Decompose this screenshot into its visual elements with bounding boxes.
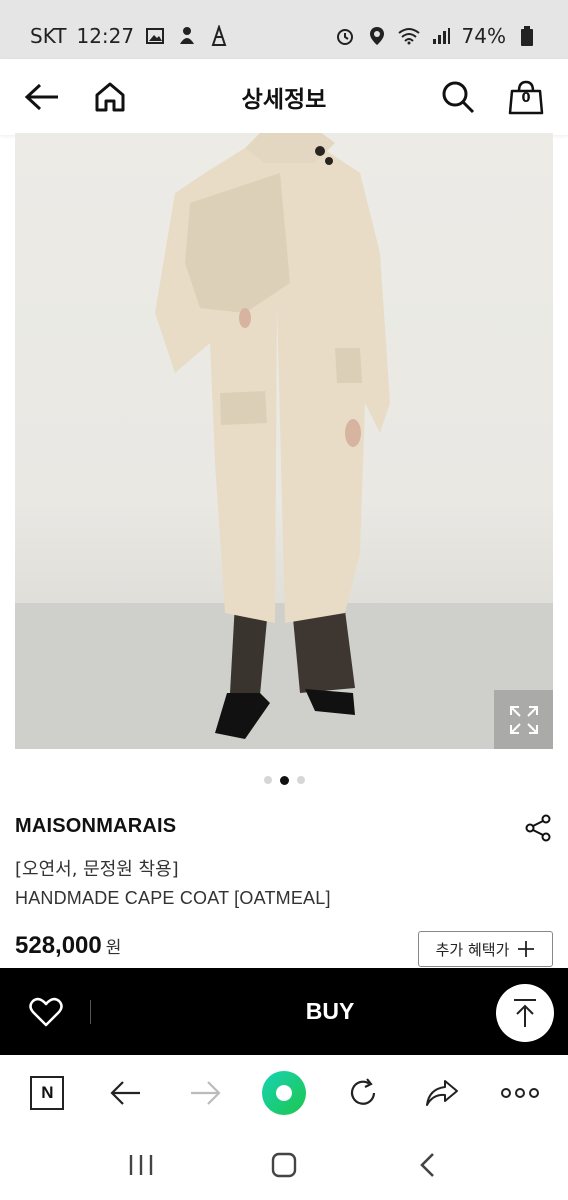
- notification-icon: [208, 25, 230, 47]
- buy-button[interactable]: BUY: [100, 968, 560, 1055]
- share-button[interactable]: [522, 812, 554, 844]
- gallery-icon: [144, 25, 166, 47]
- carousel-dots: [0, 776, 568, 785]
- forward-arrow-icon: [191, 1080, 221, 1105]
- carousel-dot-active[interactable]: [279, 776, 289, 785]
- battery-percent: 74%: [461, 24, 506, 48]
- status-right: 74%: [334, 24, 538, 48]
- refresh-icon: [350, 1077, 375, 1105]
- currency: 원: [105, 938, 122, 958]
- price: 528,000: [15, 932, 102, 959]
- battery-icon: [516, 25, 538, 47]
- android-nav-bar: [0, 1130, 568, 1200]
- brand-name[interactable]: MAISONMARAIS: [15, 815, 176, 838]
- green-dot-icon: [261, 1070, 306, 1115]
- product-subtitle: [오연서, 문정원 착용]: [15, 859, 179, 880]
- home-icon: [95, 82, 125, 112]
- cart-count: 0: [521, 91, 531, 106]
- signal-icon: [430, 25, 452, 47]
- more-icon: [501, 1087, 540, 1098]
- price-row: 528,000 원: [15, 932, 121, 960]
- naver-button[interactable]: N: [22, 1068, 72, 1118]
- scroll-top-button[interactable]: [496, 984, 554, 1042]
- cart-button[interactable]: 0: [506, 77, 546, 117]
- browser-back-button[interactable]: [101, 1068, 151, 1118]
- carousel-dot[interactable]: [263, 776, 272, 784]
- green-dot-button[interactable]: [259, 1068, 309, 1118]
- status-left: SKT 12:27: [30, 24, 230, 48]
- alarm-icon: [334, 25, 356, 47]
- refresh-button[interactable]: [338, 1068, 388, 1118]
- back-nav-button[interactable]: [402, 1140, 452, 1190]
- app-header: 상세정보 0: [0, 59, 568, 135]
- search-button[interactable]: [438, 77, 478, 117]
- buy-divider: [90, 1000, 91, 1024]
- benefit-label: 추가 혜택가: [435, 940, 510, 959]
- recent-apps-icon: [130, 1155, 153, 1175]
- product-name: HANDMADE CAPE COAT [OATMEAL]: [15, 888, 331, 908]
- share-arrow-icon: [425, 1079, 458, 1106]
- notification-icon: [176, 25, 198, 47]
- expand-icon: [509, 705, 538, 734]
- back-button[interactable]: [22, 77, 62, 117]
- share-icon: [525, 814, 551, 842]
- recent-apps-button[interactable]: [116, 1140, 166, 1190]
- header-right: 0: [438, 77, 546, 117]
- search-icon: [442, 81, 475, 114]
- expand-image-button[interactable]: [494, 690, 553, 749]
- carrier: SKT: [30, 24, 67, 48]
- extra-benefit-button[interactable]: 추가 혜택가: [418, 931, 553, 967]
- buy-bar: BUY: [0, 968, 568, 1055]
- clock: 12:27: [76, 24, 135, 48]
- header-left: [22, 77, 130, 117]
- arrow-up-icon: [514, 999, 536, 1027]
- plus-icon: [518, 941, 535, 957]
- home-nav-icon: [271, 1152, 297, 1178]
- back-arrow-icon: [24, 83, 58, 111]
- browser-toolbar: N: [0, 1055, 568, 1130]
- naver-icon: N: [30, 1075, 65, 1110]
- back-arrow-icon: [110, 1080, 141, 1105]
- heart-icon: [29, 997, 63, 1027]
- home-nav-button[interactable]: [259, 1140, 309, 1190]
- share-page-button[interactable]: [417, 1068, 467, 1118]
- product-image[interactable]: [15, 133, 553, 749]
- wifi-icon: [397, 25, 420, 47]
- home-button[interactable]: [90, 77, 130, 117]
- browser-forward-button[interactable]: [180, 1068, 230, 1118]
- wishlist-button[interactable]: [28, 994, 64, 1030]
- more-button[interactable]: [495, 1068, 545, 1118]
- product-photo: [15, 133, 553, 749]
- carousel-dot[interactable]: [296, 776, 305, 784]
- location-icon: [366, 25, 388, 47]
- back-nav-icon: [419, 1153, 434, 1177]
